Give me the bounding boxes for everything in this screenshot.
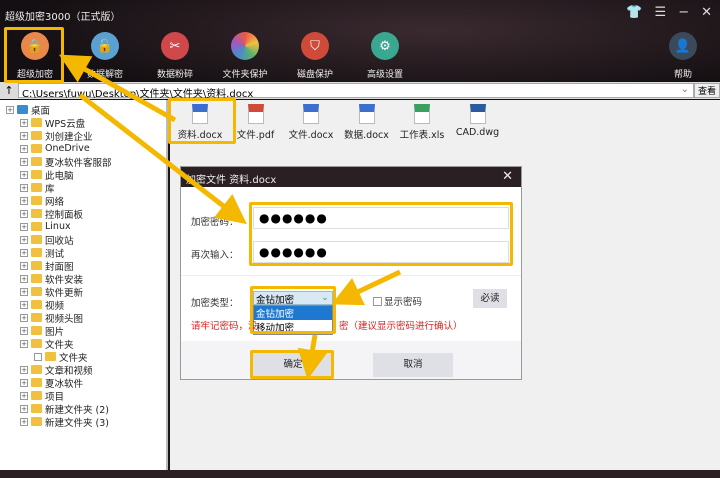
annotation-arrows [58, 54, 402, 380]
status-strip [0, 470, 720, 478]
